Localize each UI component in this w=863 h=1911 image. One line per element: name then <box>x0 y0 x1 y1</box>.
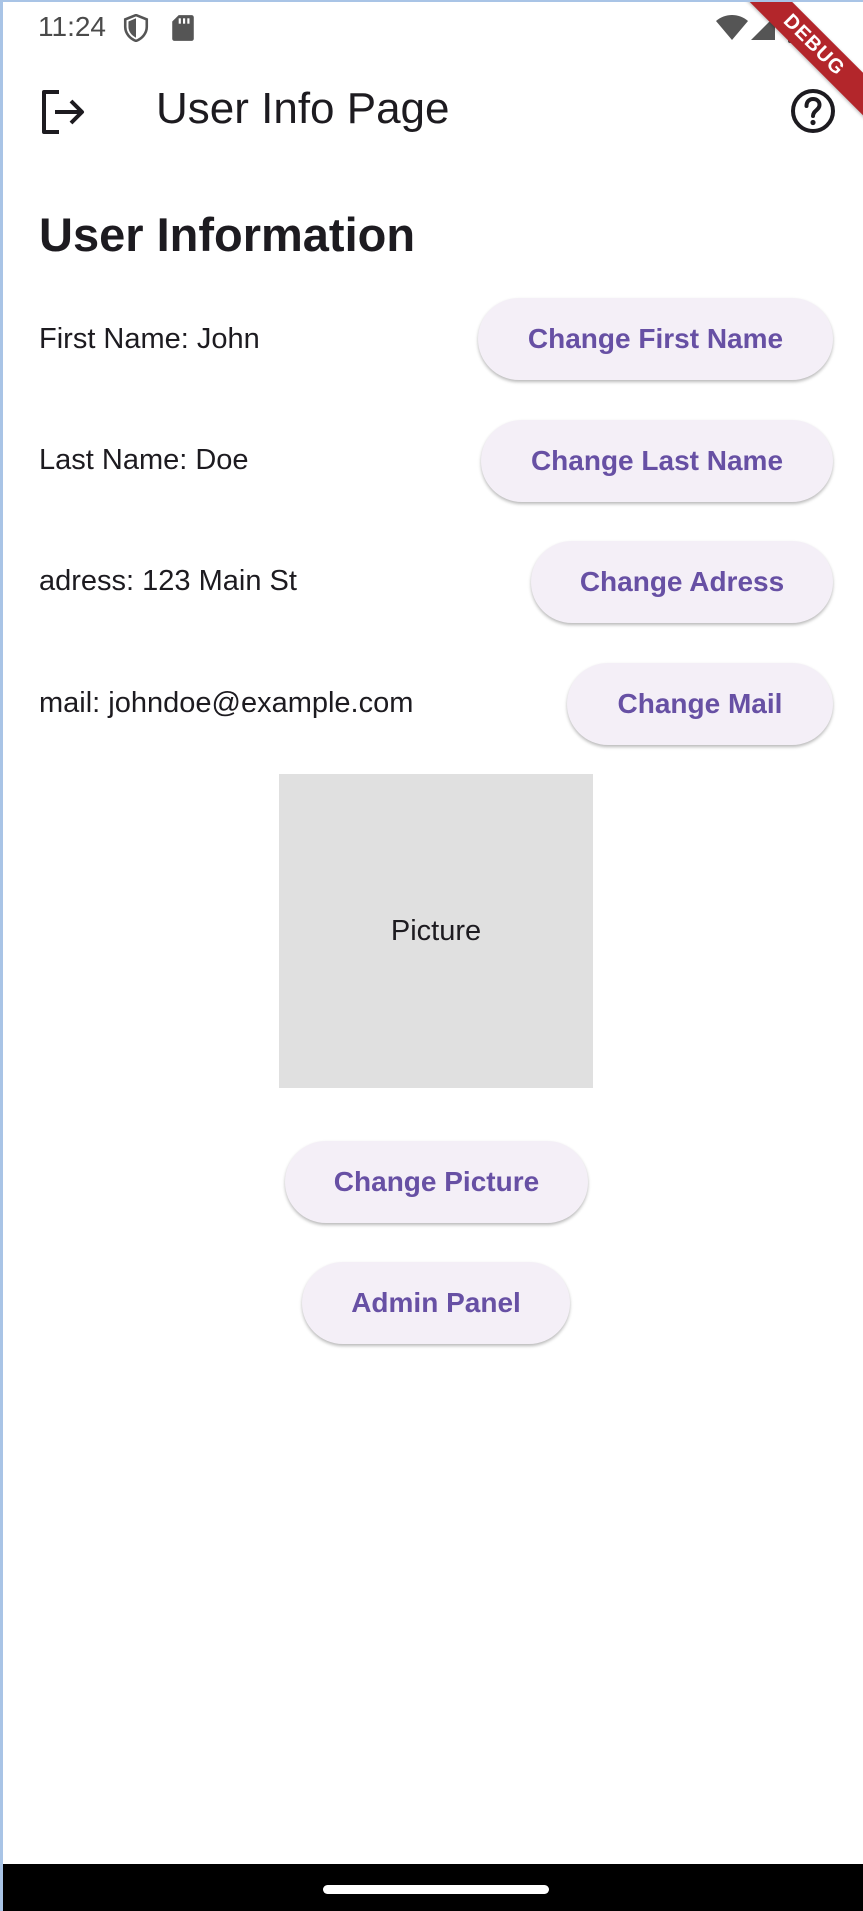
navigation-bar <box>3 1864 863 1911</box>
address-label: adress: 123 Main St <box>39 565 297 597</box>
section-heading: User Information <box>39 208 416 261</box>
admin-panel-button[interactable]: Admin Panel <box>302 1262 570 1344</box>
last-name-label: Last Name: Doe <box>39 444 249 476</box>
home-gesture-handle[interactable] <box>323 1885 549 1894</box>
shield-icon <box>123 13 149 47</box>
change-last-name-button[interactable]: Change Last Name <box>481 420 833 502</box>
help-icon[interactable] <box>788 86 840 138</box>
status-time: 11:24 <box>38 11 106 42</box>
status-bar: 11:24 <box>3 2 863 54</box>
change-address-button[interactable]: Change Adress <box>531 541 833 623</box>
sd-card-icon <box>171 14 195 47</box>
picture-label: Picture <box>390 914 482 947</box>
change-first-name-button[interactable]: Change First Name <box>478 298 833 380</box>
change-mail-button[interactable]: Change Mail <box>567 663 833 745</box>
profile-picture: Picture <box>279 774 593 1088</box>
app-bar: User Info Page <box>3 64 863 160</box>
screen: 11:24 DEBUG User Info Page User Informat… <box>0 0 863 1911</box>
mail-label: mail: johndoe@example.com <box>39 687 414 719</box>
change-picture-button[interactable]: Change Picture <box>285 1141 588 1223</box>
wifi-icon <box>715 14 749 47</box>
first-name-label: First Name: John <box>39 323 260 355</box>
page-title: User Info Page <box>156 84 450 133</box>
logout-icon[interactable] <box>37 86 89 138</box>
